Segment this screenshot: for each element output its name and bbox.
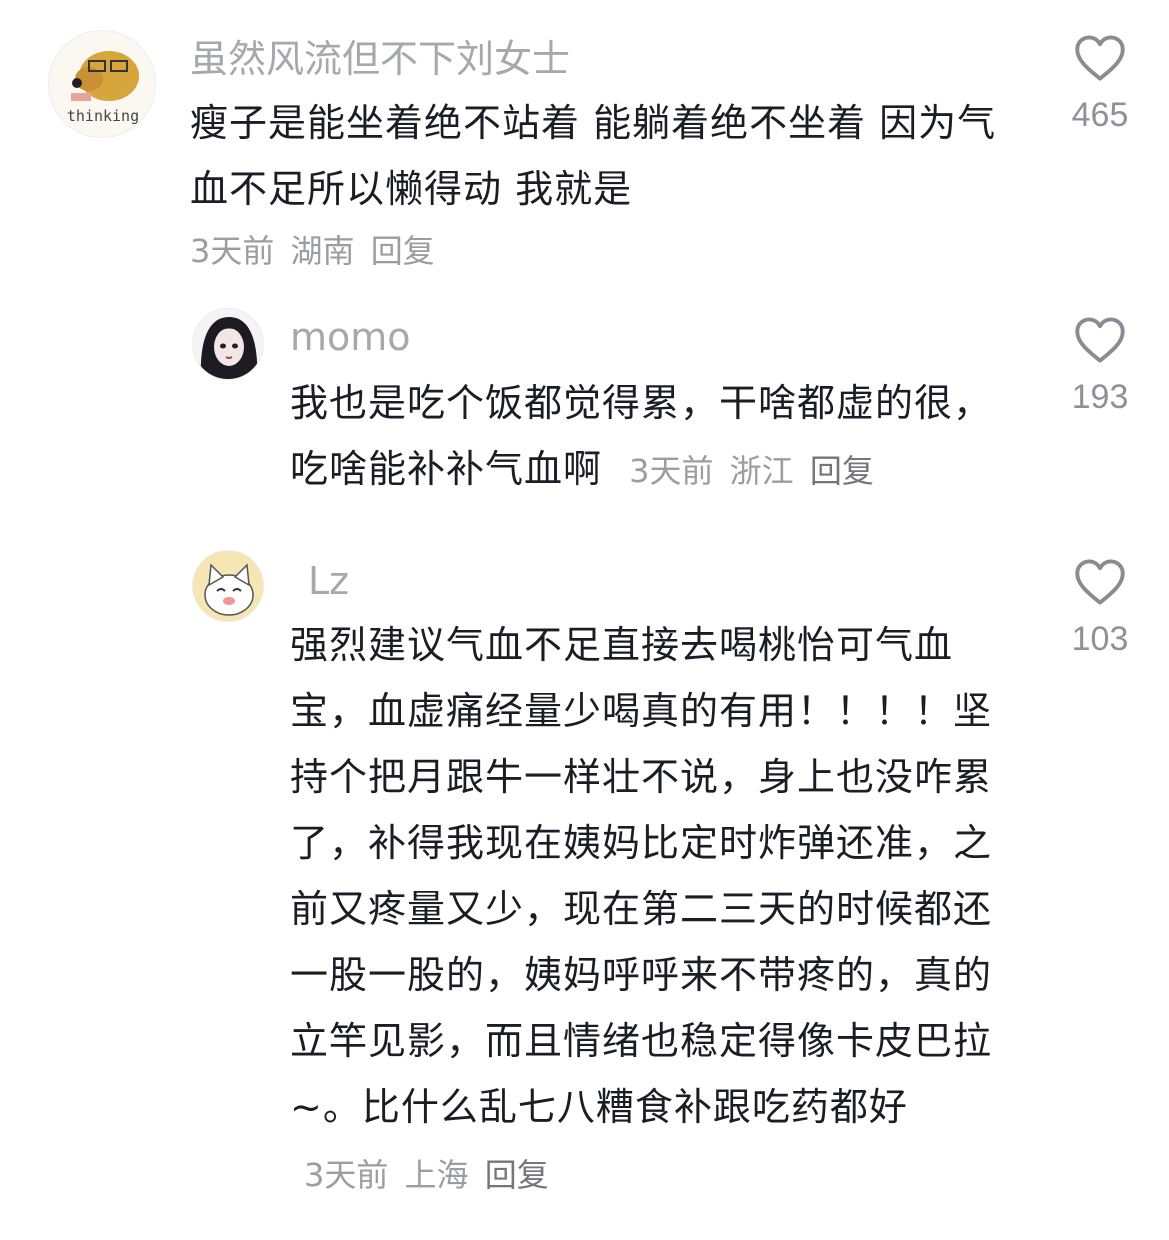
- comment-3-text[interactable]: 强烈建议气血不足直接去喝桃怡可气血宝，血虚痛经量少喝真的有用！！！！坚持个把月跟…: [290, 612, 1010, 1208]
- comment-3-body: 强烈建议气血不足直接去喝桃怡可气血宝，血虚痛经量少喝真的有用！！！！坚持个把月跟…: [290, 623, 993, 1129]
- comment-2-like-count: 193: [1071, 378, 1129, 416]
- comment-1-reply-button[interactable]: 回复: [371, 232, 435, 270]
- comment-3-like-button[interactable]: 103: [1050, 558, 1150, 656]
- avatar-comment-1[interactable]: thinking: [48, 30, 156, 138]
- comment-3-meta: 3天前 上海 回复: [304, 1156, 549, 1194]
- comment-1-like-count: 465: [1071, 96, 1129, 134]
- heart-outline-icon: [1075, 35, 1125, 81]
- comment-2-reply-button[interactable]: 回复: [810, 452, 874, 490]
- comment-3-time: 3天前: [304, 1156, 389, 1194]
- avatar-comment-2[interactable]: [192, 308, 264, 380]
- avatar-comment-3[interactable]: [192, 550, 264, 622]
- comment-1-like-button[interactable]: 465: [1050, 34, 1150, 132]
- comment-1-text[interactable]: 瘦子是能坐着绝不站着 能躺着绝不坐着 因为气血不足所以懒得动 我就是: [190, 90, 1010, 222]
- comment-2-location: 浙江: [729, 452, 794, 490]
- comment-1-location: 湖南: [290, 232, 355, 270]
- comment-2-time: 3天前: [629, 452, 714, 490]
- comment-3-like-count: 103: [1071, 620, 1129, 658]
- comment-2-username[interactable]: momo: [290, 318, 411, 356]
- heart-outline-icon: [1075, 317, 1125, 363]
- cat-avatar-icon: [193, 551, 263, 621]
- dog-thinking-avatar-icon: thinking: [49, 31, 155, 137]
- comment-3-username[interactable]: Lz: [308, 562, 349, 600]
- comment-2-like-button[interactable]: 193: [1050, 316, 1150, 414]
- avatar-caption: thinking: [67, 107, 139, 125]
- comment-2-text[interactable]: 我也是吃个饭都觉得累，干啥都虚的很，吃啥能补补气血啊 3天前 浙江 回复: [290, 370, 1010, 504]
- comment-1-meta: 3天前 湖南 回复: [190, 235, 435, 267]
- anime-girl-avatar-icon: [193, 309, 263, 379]
- comment-1-username[interactable]: 虽然风流但不下刘女士: [190, 40, 570, 78]
- comment-3-location: 上海: [404, 1156, 469, 1194]
- heart-outline-icon: [1075, 559, 1125, 605]
- comment-1-time: 3天前: [190, 232, 275, 270]
- comment-3-reply-button[interactable]: 回复: [485, 1156, 549, 1194]
- comment-2-meta: 3天前 浙江 回复: [629, 452, 874, 490]
